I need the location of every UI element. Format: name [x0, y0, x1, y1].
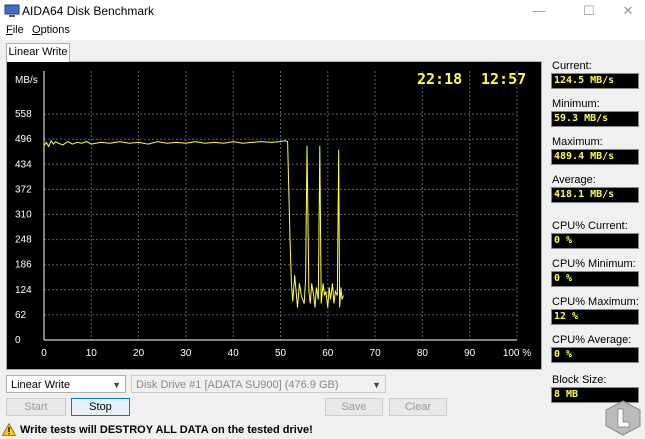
test-type-value: Linear Write: [11, 379, 71, 391]
warning-bar: Write tests will DESTROY ALL DATA on the…: [0, 421, 645, 439]
chevron-down-icon: ▼: [112, 380, 121, 390]
graph-background: [7, 62, 541, 369]
window-title: AIDA64 Disk Benchmark: [22, 4, 155, 18]
x-tick-label: 20: [133, 348, 145, 359]
x-tick-label: 80: [417, 348, 429, 359]
stat-label: Maximum:: [552, 136, 603, 148]
stat-value: 0 %: [551, 347, 639, 363]
menu-file-accesskey: F: [6, 24, 13, 36]
stat-label: Block Size:: [552, 374, 607, 386]
elapsed-time-readout: 22:18: [417, 70, 462, 88]
stat-label: CPU% Maximum:: [552, 296, 639, 308]
y-tick-label: 558: [15, 109, 32, 120]
menu-bar: File Options: [0, 22, 645, 40]
aida64-app-icon: [4, 4, 20, 17]
x-tick-label: 50: [275, 348, 287, 359]
x-tick-label: 0: [41, 348, 47, 359]
close-button[interactable]: ✕: [613, 0, 643, 22]
stat-value: 489.4 MB/s: [551, 149, 639, 165]
chevron-down-icon: ▼: [372, 380, 381, 390]
save-button[interactable]: Save: [325, 398, 383, 416]
graph-panel: MB/s 558 496 434 372 310 248 186 124 62 0 0 10 20 30 40…: [6, 61, 542, 370]
stat-label: Average:: [552, 174, 596, 186]
maximize-button[interactable]: ☐: [574, 0, 604, 22]
y-axis-unit-label: MB/s: [15, 75, 38, 86]
x-tick-label: 60: [322, 348, 334, 359]
y-tick-label: 310: [15, 210, 32, 221]
title-bar: AIDA64 Disk Benchmark — ☐ ✕: [0, 0, 645, 22]
drive-value: Disk Drive #1 [ADATA SU900] (476.9 GB): [136, 379, 339, 391]
x-tick-label: 100 %: [503, 348, 531, 359]
minimize-button[interactable]: —: [524, 0, 554, 22]
y-tick-label: 124: [15, 285, 32, 296]
test-type-select[interactable]: Linear Write ▼: [6, 375, 126, 393]
start-button[interactable]: Start: [6, 398, 66, 416]
y-tick-label: 0: [15, 335, 21, 346]
stat-value: 0 %: [551, 233, 639, 249]
menu-options-rest: ptions: [40, 24, 70, 36]
stat-label: Minimum:: [552, 98, 600, 110]
menu-file[interactable]: File: [6, 24, 24, 36]
stop-button[interactable]: Stop: [71, 398, 130, 416]
y-tick-label: 248: [15, 235, 32, 246]
stat-value: 12 %: [551, 309, 639, 325]
warning-text: Write tests will DESTROY ALL DATA on the…: [20, 424, 313, 436]
stat-value: 0 %: [551, 271, 639, 287]
y-tick-label: 186: [15, 260, 32, 271]
tab-linear-write[interactable]: Linear Write: [6, 43, 70, 62]
benchmark-graph: MB/s 558 496 434 372 310 248 186 124 62 0 0 10 20 30 40…: [7, 62, 541, 369]
stat-value: 124.5 MB/s: [551, 73, 639, 89]
menu-file-rest: ile: [12, 24, 24, 36]
stat-label: CPU% Current:: [552, 220, 628, 232]
x-tick-label: 10: [86, 348, 98, 359]
x-tick-label: 70: [370, 348, 382, 359]
y-tick-label: 62: [15, 310, 27, 321]
x-tick-label: 90: [464, 348, 476, 359]
drive-select[interactable]: Disk Drive #1 [ADATA SU900] (476.9 GB) ▼: [131, 375, 386, 393]
y-tick-label: 372: [15, 184, 32, 195]
stat-value: 59.3 MB/s: [551, 111, 639, 127]
clock-time-readout: 12:57: [481, 70, 526, 88]
x-tick-label: 30: [180, 348, 192, 359]
stat-label: CPU% Average:: [552, 334, 632, 346]
y-tick-label: 434: [15, 159, 32, 170]
menu-options-accesskey: O: [32, 24, 41, 36]
stat-value: 418.1 MB/s: [551, 187, 639, 203]
y-tick-label: 496: [15, 134, 32, 145]
warning-icon: [2, 423, 16, 436]
clear-button[interactable]: Clear: [389, 398, 447, 416]
stat-label: CPU% Minimum:: [552, 258, 636, 270]
menu-options[interactable]: Options: [32, 24, 70, 36]
stat-label: Current:: [552, 60, 592, 72]
x-tick-label: 40: [228, 348, 240, 359]
watermark-logo-icon: [605, 400, 641, 436]
